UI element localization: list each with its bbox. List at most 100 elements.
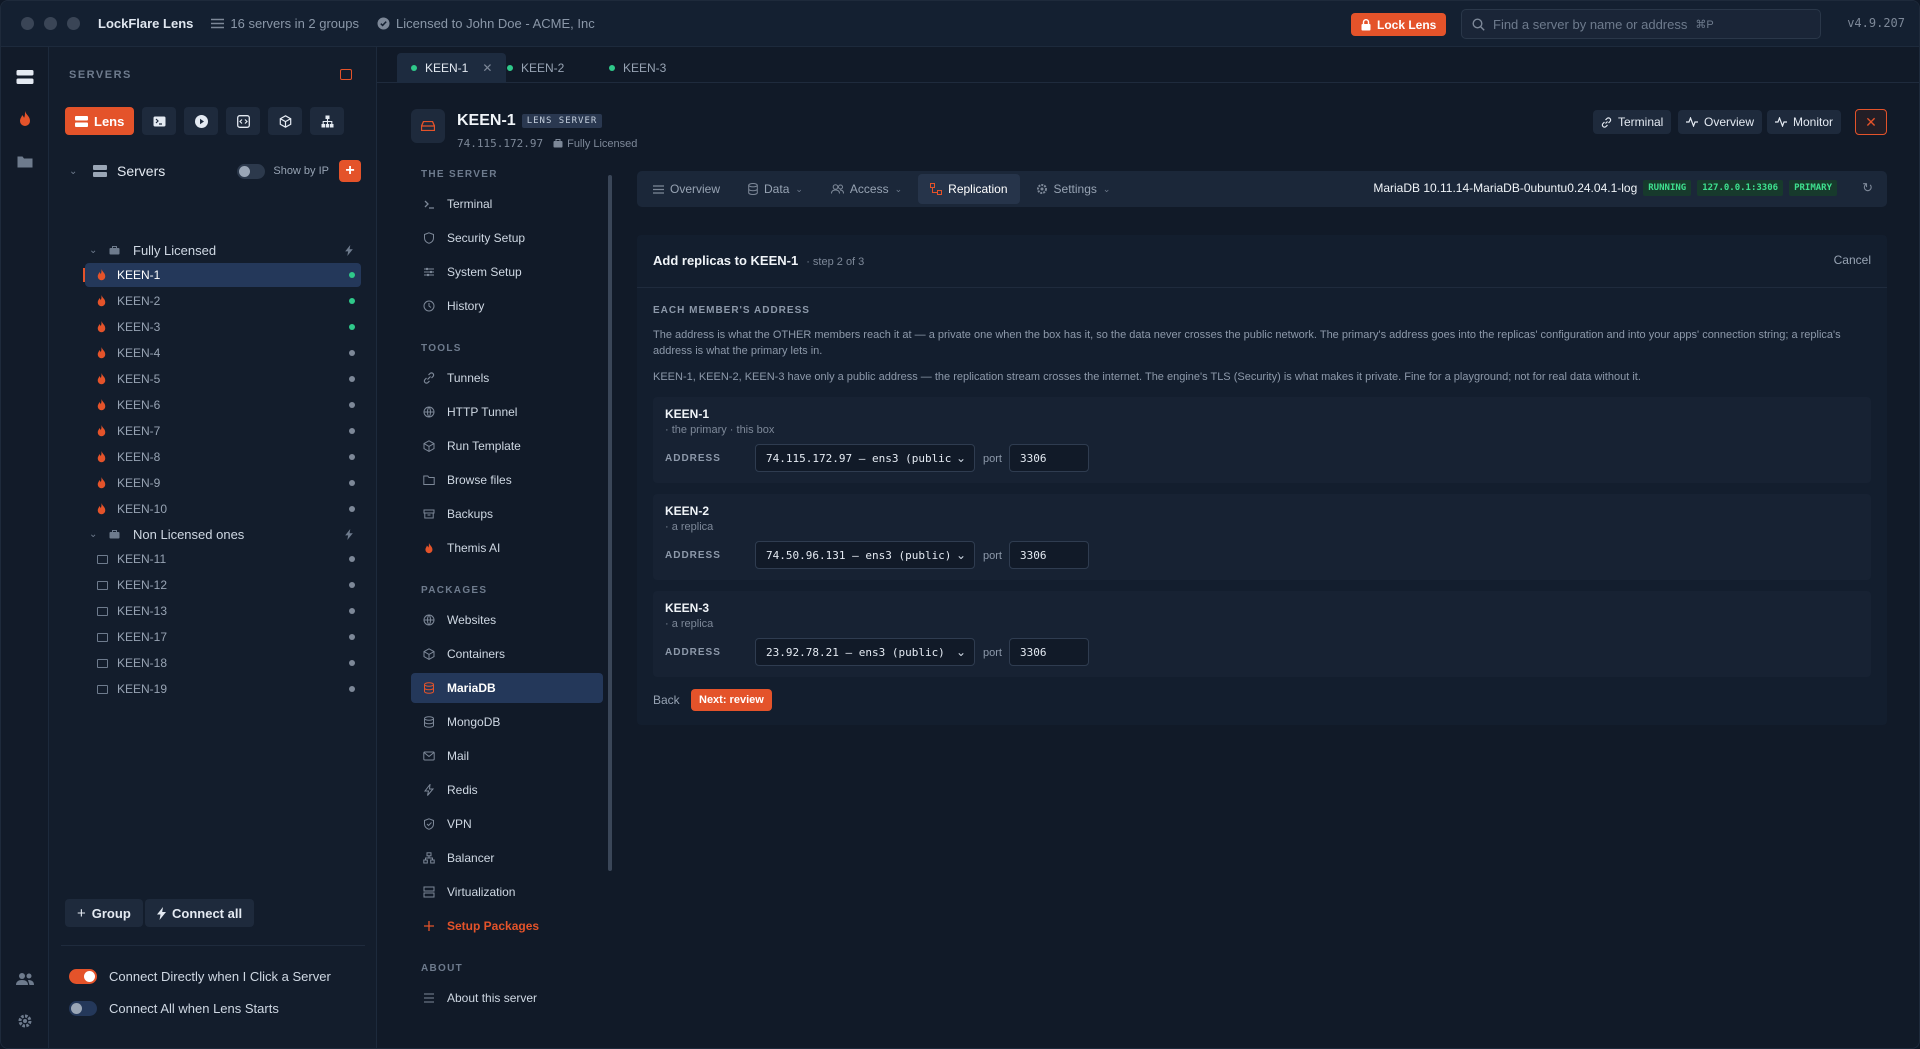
tab-keen-1[interactable]: KEEN-1 ✕ <box>397 53 507 83</box>
servers-tree-root[interactable]: ⌄ Servers Show by IP + <box>69 159 361 183</box>
tab-overview[interactable]: Overview <box>641 174 732 204</box>
server-row[interactable]: KEEN-11 <box>85 547 361 571</box>
tab-keen-3[interactable]: KEEN-3 <box>595 53 680 83</box>
menu-item-browse-files[interactable]: Browse files <box>411 465 603 495</box>
menu-item-system-setup[interactable]: System Setup <box>411 257 603 287</box>
tab-label: KEEN-1 <box>425 61 469 75</box>
tab-keen-2[interactable]: KEEN-2 <box>493 53 578 83</box>
close-window-button[interactable] <box>21 17 34 30</box>
port-input[interactable]: 3306 <box>1009 541 1089 569</box>
menu-item-http-tunnel[interactable]: HTTP Tunnel <box>411 397 603 427</box>
menu-item-about-this-server[interactable]: About this server <box>411 983 603 1013</box>
menu-item-run-template[interactable]: Run Template <box>411 431 603 461</box>
server-row[interactable]: KEEN-5 <box>85 367 361 391</box>
servers-summary: 16 servers in 2 groups <box>211 16 359 31</box>
package-mode-button[interactable] <box>268 107 303 135</box>
lens-mode-button[interactable]: Lens <box>65 107 135 135</box>
menu-item-themis-ai[interactable]: Themis AI <box>411 533 603 563</box>
servers-rail-icon[interactable] <box>13 65 37 89</box>
license-status: Fully Licensed <box>553 137 637 150</box>
header-terminal-button[interactable]: Terminal <box>1593 110 1672 134</box>
tab-settings[interactable]: Settings ⌄ <box>1024 174 1123 204</box>
show-by-ip-toggle[interactable] <box>237 163 266 179</box>
chevron-down-icon[interactable]: ⌄ <box>89 529 109 540</box>
server-row[interactable]: KEEN-9 <box>85 471 361 495</box>
connect-all-button[interactable]: Connect all <box>145 899 255 927</box>
server-row[interactable]: KEEN-10 <box>85 497 361 521</box>
server-row[interactable]: KEEN-18 <box>85 651 361 675</box>
settings-rail-icon[interactable] <box>13 1009 37 1033</box>
add-server-button[interactable]: + <box>339 160 361 182</box>
back-button[interactable]: Back <box>653 693 680 707</box>
maximize-window-button[interactable] <box>67 17 80 30</box>
port-input[interactable]: 3306 <box>1009 444 1089 472</box>
flame-rail-icon[interactable] <box>13 107 37 131</box>
server-row[interactable]: KEEN-1 <box>83 263 361 287</box>
menu-item-history[interactable]: History <box>411 291 603 321</box>
collapse-sidebar-icon[interactable] <box>340 69 352 80</box>
folder-rail-icon[interactable] <box>13 149 37 173</box>
status-dot <box>349 660 355 666</box>
refresh-icon[interactable]: ↻ <box>1862 180 1873 196</box>
menu-item-vpn[interactable]: VPN <box>411 809 603 839</box>
users-rail-icon[interactable] <box>13 967 37 991</box>
bolt-icon[interactable] <box>345 244 353 256</box>
server-row[interactable]: KEEN-2 <box>85 289 361 313</box>
cancel-button[interactable]: Cancel <box>1834 253 1871 267</box>
menu-item-containers[interactable]: Containers <box>411 639 603 669</box>
add-group-button[interactable]: + Group <box>65 899 143 927</box>
next-review-button[interactable]: Next: review <box>691 689 772 711</box>
header-monitor-button[interactable]: Monitor <box>1767 110 1842 134</box>
address-select[interactable]: 74.115.172.97 — ens3 (public) ⌄ <box>755 444 975 472</box>
connect-directly-toggle[interactable] <box>69 969 97 984</box>
connect-all-start-toggle[interactable] <box>69 1001 97 1016</box>
tab-access[interactable]: Access ⌄ <box>819 174 914 204</box>
network-mode-button[interactable] <box>310 107 345 135</box>
terminal-mode-button[interactable] <box>142 107 177 135</box>
menu-item-mariadb[interactable]: MariaDB <box>411 673 603 703</box>
menu-item-virtualization[interactable]: Virtualization <box>411 877 603 907</box>
minimize-window-button[interactable] <box>44 17 57 30</box>
server-row[interactable]: KEEN-3 <box>85 315 361 339</box>
server-name: KEEN-4 <box>117 346 161 360</box>
chevron-down-icon[interactable]: ⌄ <box>69 166 87 177</box>
member-description: · the primary · this box <box>665 424 775 436</box>
tab-replication[interactable]: Replication <box>918 174 1020 204</box>
server-row[interactable]: KEEN-17 <box>85 625 361 649</box>
menu-item-backups[interactable]: Backups <box>411 499 603 529</box>
server-row[interactable]: KEEN-4 <box>85 341 361 365</box>
play-mode-button[interactable] <box>184 107 219 135</box>
server-row[interactable]: KEEN-19 <box>85 677 361 701</box>
code-mode-button[interactable] <box>226 107 261 135</box>
menu-item-redis[interactable]: Redis <box>411 775 603 805</box>
close-server-button[interactable]: ✕ <box>1855 109 1887 135</box>
server-group[interactable]: ⌄ Fully Licensed <box>89 239 361 261</box>
menu-scrollbar[interactable] <box>608 175 612 871</box>
server-row[interactable]: KEEN-7 <box>85 419 361 443</box>
address-select[interactable]: 23.92.78.21 — ens3 (public) ⌄ <box>755 638 975 666</box>
port-input[interactable]: 3306 <box>1009 638 1089 666</box>
menu-item-websites[interactable]: Websites <box>411 605 603 635</box>
menu-item-terminal[interactable]: Terminal <box>411 189 603 219</box>
tab-data[interactable]: Data ⌄ <box>736 174 815 204</box>
menu-item-setup-packages[interactable]: Setup Packages <box>411 911 603 941</box>
menu-item-security-setup[interactable]: Security Setup <box>411 223 603 253</box>
header-overview-button[interactable]: Overview <box>1678 110 1763 134</box>
close-tab-icon[interactable]: ✕ <box>482 61 492 75</box>
menu-item-tunnels[interactable]: Tunnels <box>411 363 603 393</box>
address-select[interactable]: 74.50.96.131 — ens3 (public) ⌄ <box>755 541 975 569</box>
menu-item-balancer[interactable]: Balancer <box>411 843 603 873</box>
servers-icon <box>75 115 88 127</box>
lock-lens-button[interactable]: Lock Lens <box>1351 13 1447 36</box>
member-keen-1: KEEN-1 · the primary · this box ADDRESS … <box>653 397 1871 483</box>
server-row[interactable]: KEEN-13 <box>85 599 361 623</box>
menu-item-mongodb[interactable]: MongoDB <box>411 707 603 737</box>
chevron-down-icon[interactable]: ⌄ <box>89 245 109 256</box>
server-search-input[interactable]: Find a server by name or address ⌘P <box>1461 9 1821 39</box>
server-group[interactable]: ⌄ Non Licensed ones <box>89 523 361 545</box>
server-row[interactable]: KEEN-12 <box>85 573 361 597</box>
bolt-icon[interactable] <box>345 528 353 540</box>
server-row[interactable]: KEEN-6 <box>85 393 361 417</box>
server-row[interactable]: KEEN-8 <box>85 445 361 469</box>
menu-item-mail[interactable]: Mail <box>411 741 603 771</box>
